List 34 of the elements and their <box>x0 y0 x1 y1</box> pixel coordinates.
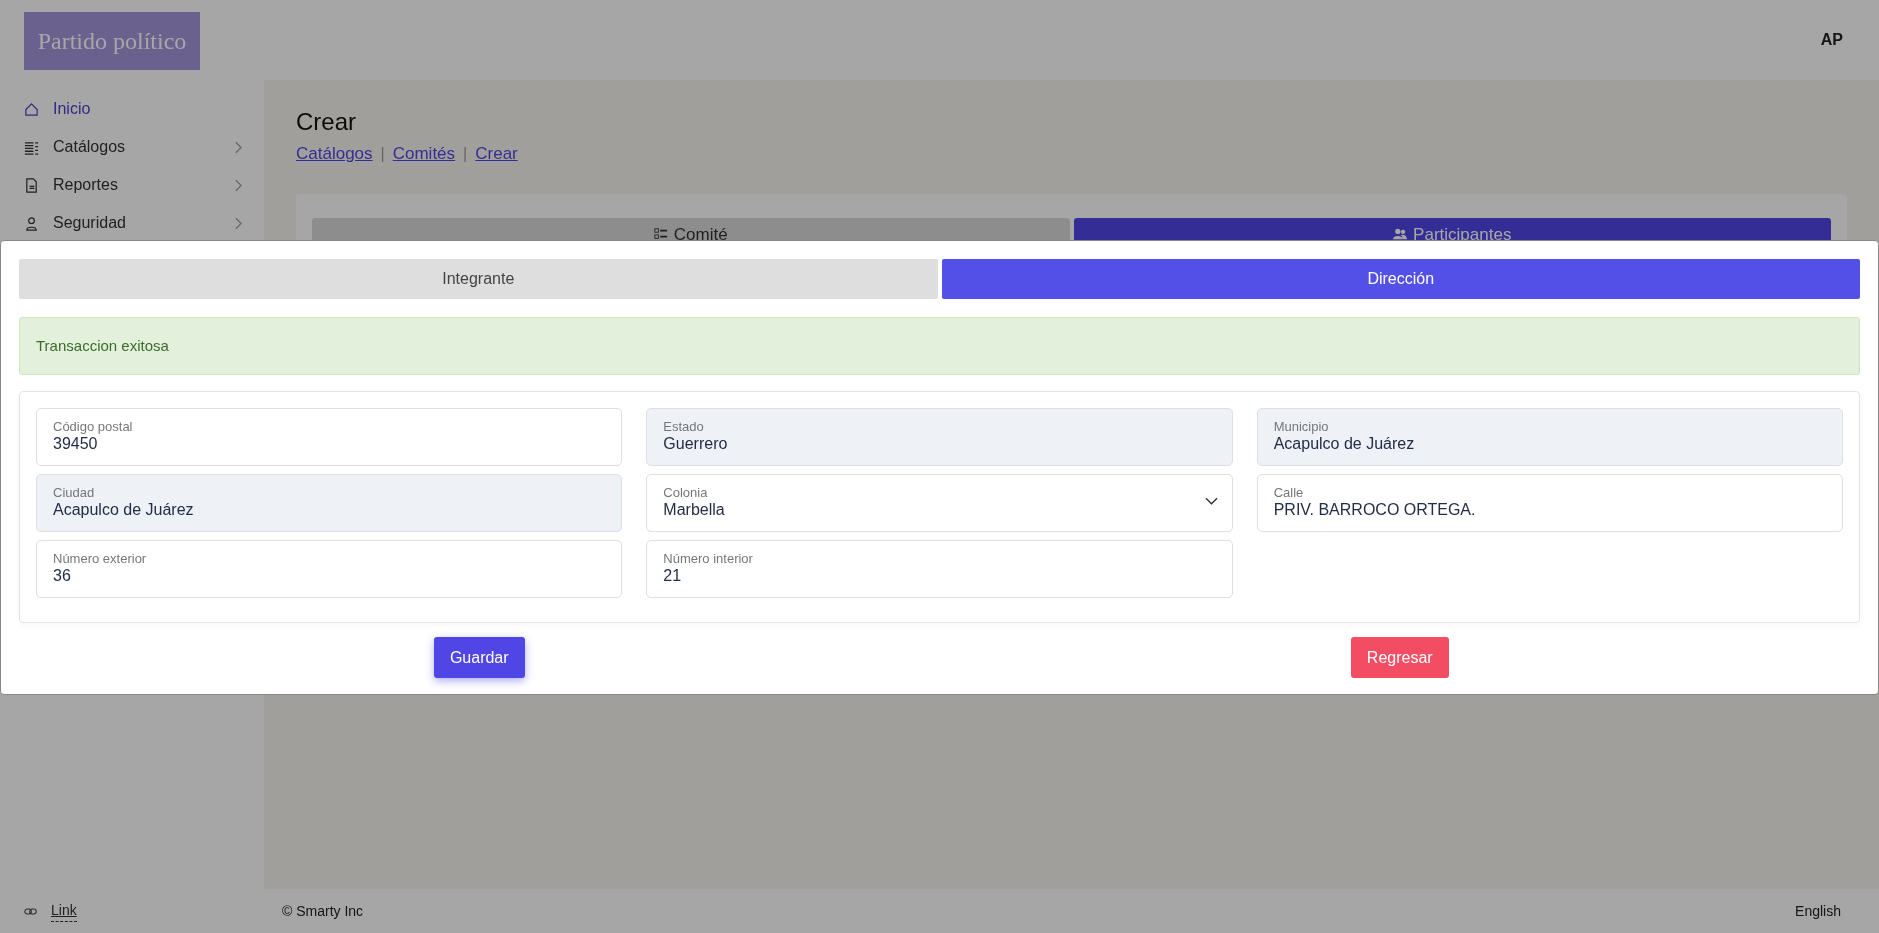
checklist-icon <box>653 227 668 242</box>
breadcrumb-separator: | <box>380 143 385 164</box>
breadcrumb-link[interactable]: Catálogos <box>296 140 373 167</box>
link-icon <box>24 908 37 916</box>
sidebar-item[interactable]: Inicio <box>0 90 264 128</box>
sidebar-link[interactable]: Link <box>51 900 77 922</box>
language-selector[interactable]: English <box>1795 900 1841 922</box>
document-icon <box>24 177 39 193</box>
input-field[interactable]: Código postal 39450 <box>36 408 623 466</box>
breadcrumb-link[interactable]: Crear <box>475 140 518 167</box>
input-field[interactable]: Número interior 21 <box>646 540 1233 598</box>
sidebar-item[interactable]: Reportes <box>0 166 264 204</box>
list-icon <box>24 139 39 155</box>
breadcrumb-link[interactable]: Comités <box>392 140 456 167</box>
sidebar-item[interactable]: Seguridad <box>0 204 264 242</box>
breadcrumb-separator: | <box>463 143 468 164</box>
tab[interactable]: Integrante <box>19 259 938 299</box>
select-field[interactable]: Colonia Marbella <box>646 474 1233 532</box>
tab[interactable]: Dirección <box>941 259 1860 299</box>
input-field[interactable]: Calle PRIV. BARROCO ORTEGA. <box>1256 474 1843 532</box>
user-icon <box>24 215 39 231</box>
page-title: Crear <box>296 108 357 137</box>
back-button[interactable]: Regresar <box>1350 637 1449 678</box>
input-field[interactable]: Número exterior 36 <box>36 540 623 598</box>
chevron-down-icon <box>1204 497 1218 505</box>
input-field[interactable]: Estado Guerrero <box>646 408 1233 466</box>
success-alert: Transaccion exitosa <box>19 317 1860 375</box>
sidebar-item[interactable]: Catálogos <box>0 128 264 166</box>
save-button[interactable]: Guardar <box>433 637 525 678</box>
home-icon <box>24 101 39 117</box>
input-field[interactable]: Municipio Acapulco de Juárez <box>1256 408 1843 466</box>
user-avatar[interactable]: AP <box>1820 28 1843 52</box>
copyright-text: © Smarty Inc <box>282 901 364 921</box>
input-field[interactable]: Ciudad Acapulco de Juárez <box>36 474 623 532</box>
